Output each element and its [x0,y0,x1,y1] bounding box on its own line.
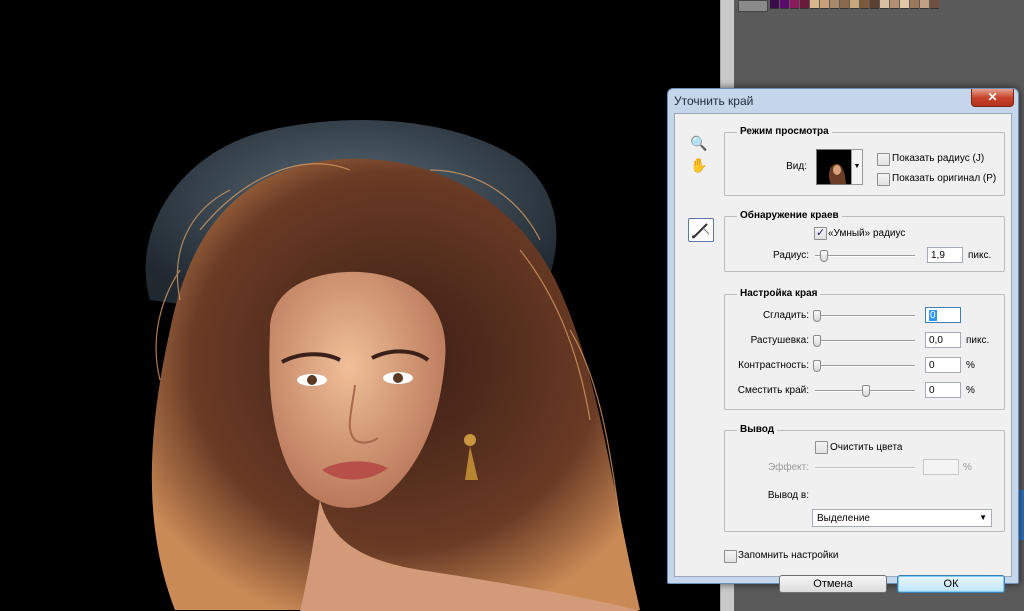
chevron-down-icon: ▼ [853,163,861,170]
radius-slider-track[interactable] [815,255,915,257]
portrait-photo [145,120,640,611]
panel-tool-button[interactable] [738,0,768,12]
edge-detection-title: Обнаружение краев [737,210,842,221]
feather-slider-track[interactable] [815,340,915,342]
adjust-edge-group: Настройка края Сгладить: 0 Растушевка: 0… [724,288,1005,410]
radius-input[interactable]: 1,9 [927,247,963,263]
shift-edge-label: Сместить край: [737,385,809,396]
show-radius-label: Показать радиус (J) [892,153,985,164]
contrast-slider-thumb[interactable] [813,360,821,372]
remember-settings-label: Запомнить настройки [738,550,839,561]
smooth-slider-track[interactable] [815,315,915,317]
ok-button[interactable]: ОК [897,575,1005,593]
smart-radius-label: «Умный» радиус [828,228,906,239]
contrast-input[interactable]: 0 [925,357,961,373]
close-button[interactable]: ✕ [971,89,1014,107]
radius-unit: пикс. [968,250,992,261]
zoom-tool-icon[interactable]: 🔍 [690,134,708,152]
chevron-down-icon: ▼ [979,513,987,522]
dialog-title: Уточнить край [674,94,754,108]
decontaminate-checkbox[interactable] [815,441,828,454]
smooth-label: Сгладить: [762,310,809,321]
shift-edge-unit: % [966,385,975,396]
radius-label: Радиус: [773,250,809,261]
smooth-input[interactable]: 0 [925,307,961,323]
output-title: Вывод [737,424,778,435]
show-original-label: Показать оригинал (P) [892,173,997,184]
view-label: Вид: [786,161,807,172]
swatches-panel[interactable] [770,0,940,9]
contrast-label: Контрастность: [738,360,809,371]
amount-label: Эффект: [767,462,809,473]
output-to-select[interactable]: Выделение ▼ [812,509,992,527]
smooth-slider-thumb[interactable] [813,310,821,322]
view-thumbnail-image [817,150,851,184]
view-dropdown-arrow[interactable]: ▼ [851,149,863,185]
smart-radius-checkbox[interactable] [814,226,827,240]
adjust-edge-title: Настройка края [737,288,821,299]
show-original-checkbox[interactable] [877,173,890,186]
image-canvas[interactable] [0,0,720,611]
show-radius-checkbox[interactable] [877,153,890,166]
amount-unit: % [963,462,972,473]
brush-icon [691,223,710,239]
output-to-value: Выделение [817,513,870,524]
feather-unit: пикс. [966,335,990,346]
contrast-slider-track[interactable] [815,365,915,367]
amount-input [923,459,959,475]
amount-slider-track [815,467,915,469]
contrast-unit: % [966,360,975,371]
feather-label: Растушевка: [750,335,809,346]
feather-slider-thumb[interactable] [813,335,821,347]
dialog-body: 🔍 ✋ Режим просмотра Вид: ▼ Показать ради… [674,113,1012,593]
cancel-button[interactable]: Отмена [779,575,887,593]
radius-slider-thumb[interactable] [820,250,828,262]
shift-edge-slider-thumb[interactable] [862,385,870,397]
refine-radius-tool-button[interactable] [688,218,714,242]
view-preview-thumbnail[interactable] [816,149,852,185]
view-mode-group: Режим просмотра Вид: ▼ Показать радиус (… [724,126,1005,196]
shift-edge-input[interactable]: 0 [925,382,961,398]
hand-tool-icon[interactable]: ✋ [690,156,708,174]
dialog-titlebar[interactable]: Уточнить край ✕ [668,89,1018,113]
decontaminate-label: Очистить цвета [830,442,903,453]
view-mode-title: Режим просмотра [737,126,832,137]
close-icon: ✕ [987,90,998,104]
edge-detection-group: Обнаружение краев «Умный» радиус Радиус:… [724,210,1005,272]
remember-settings-checkbox[interactable] [724,550,737,563]
output-to-label: Вывод в: [767,490,809,501]
feather-input[interactable]: 0,0 [925,332,961,348]
refine-edge-dialog: Уточнить край ✕ 🔍 ✋ Режим просмотра Вид: [667,88,1019,593]
